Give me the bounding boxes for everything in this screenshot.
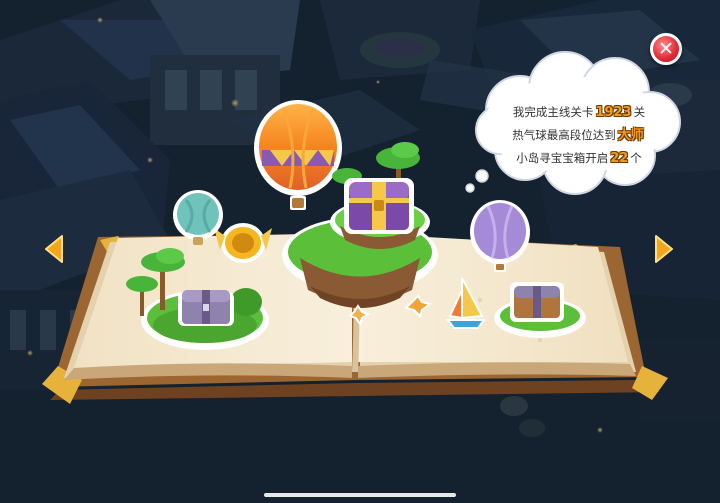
achievement-text: 我完成主线关卡 1923 关 热气球最高段位达到 大师 小岛寻宝宝箱开启 22 个 [496,101,662,170]
stage-value: 1923 [595,105,632,120]
game-scene [0,0,720,503]
next-page-button[interactable] [654,234,674,264]
home-indicator[interactable] [264,493,456,497]
close-icon: ✕ [658,38,674,60]
chest-label: 小岛寻宝宝箱开启 [516,151,609,165]
previous-page-button[interactable] [44,234,64,264]
achievement-line-balloon: 热气球最高段位达到 大师 [496,124,662,147]
achievement-line-chest: 小岛寻宝宝箱开启 22 个 [496,147,662,170]
achievement-line-stage: 我完成主线关卡 1923 关 [496,101,662,124]
chest-value: 22 [610,151,629,166]
stage-unit: 关 [633,105,646,119]
balloon-rank-value: 大师 [617,128,644,143]
stage-label: 我完成主线关卡 [512,105,594,119]
arrow-left-icon [45,235,63,263]
balloon-rank-label: 热气球最高段位达到 [512,128,616,142]
arrow-right-icon [655,235,673,263]
close-button[interactable]: ✕ [650,33,682,65]
chest-unit: 个 [630,151,642,165]
